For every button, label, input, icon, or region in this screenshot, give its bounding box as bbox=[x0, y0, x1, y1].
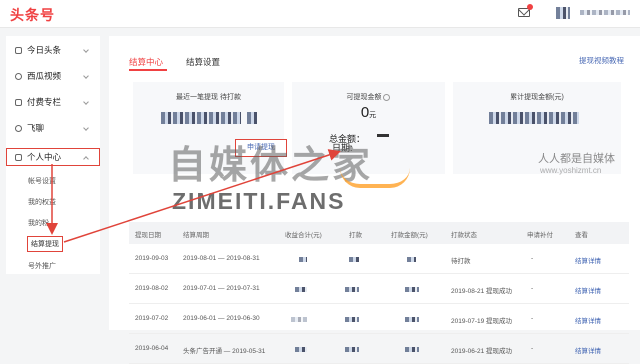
cell-period: 头条广告开通 — 2019-05-31 bbox=[183, 348, 266, 355]
table-row: 2019-06-04 头条广告开通 — 2019-05-31 2019-06-2… bbox=[129, 334, 629, 364]
arrow-to-apply bbox=[63, 149, 341, 243]
cell-income-redacted bbox=[295, 347, 307, 352]
cell-date: 2019-06-04 bbox=[135, 345, 169, 352]
cell-amount-redacted bbox=[405, 347, 419, 352]
cell-supplement: - bbox=[531, 345, 534, 352]
settlement-detail-link[interactable]: 结算详情 bbox=[575, 345, 601, 355]
cell-status: 2019-06-21 提现成功 bbox=[451, 348, 513, 355]
annotation-arrows bbox=[46, 149, 341, 243]
cell-payment-redacted bbox=[345, 347, 359, 352]
